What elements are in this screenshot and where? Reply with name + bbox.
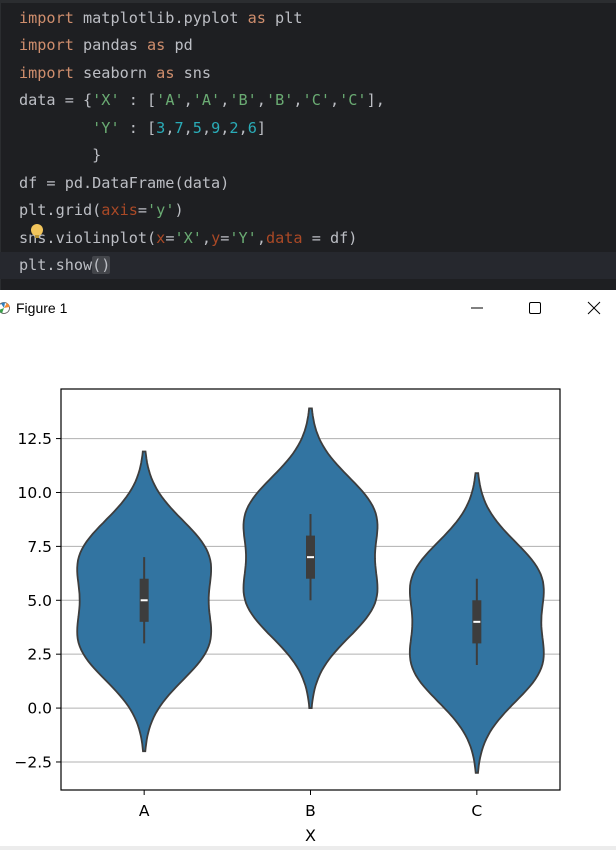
y-tick-label: 2.5	[27, 646, 52, 664]
code-token: data = {	[19, 91, 93, 109]
code-token: matplotlib.pyplot	[73, 9, 248, 27]
code-token: plt	[265, 9, 303, 27]
code-token: ,	[183, 91, 193, 109]
code-token: as	[156, 64, 175, 82]
code-line-4[interactable]: data = {'X' : ['A','A','B','B','C','C'],	[19, 87, 385, 114]
code-token: : [	[119, 91, 157, 109]
code-token: 'y'	[147, 201, 175, 219]
code-token: 3	[156, 119, 166, 137]
code-token: ()	[92, 256, 111, 274]
code-token: 'C'	[339, 91, 367, 109]
window-title: Figure 1	[16, 300, 68, 316]
code-token: =	[220, 229, 230, 247]
code-token: ,	[201, 229, 212, 247]
code-token: 2	[229, 119, 239, 137]
x-tick-label: C	[471, 802, 482, 820]
code-token: 7	[174, 119, 184, 137]
code-line-9[interactable]: sns.violinplot(x='X',y='Y',data = df)	[19, 225, 357, 252]
matplotlib-figure-icon	[0, 302, 10, 314]
code-token: sns	[174, 64, 212, 82]
y-tick-label: 10.0	[17, 484, 52, 502]
violin-chart: −2.5 0.0 2.5 5.0 7.5 10.0 12.5 A B C X	[14, 388, 561, 845]
code-token: ]	[256, 119, 267, 137]
code-token: import	[19, 9, 74, 27]
code-token: seaborn	[73, 64, 157, 82]
code-line-7[interactable]: df = pd.DataFrame(data)	[19, 170, 229, 197]
code-token: as	[147, 36, 166, 54]
code-token: ,	[183, 119, 193, 137]
code-line-8[interactable]: plt.grid(axis='y')	[19, 197, 184, 224]
code-line-2[interactable]: import pandas as pd	[19, 32, 193, 59]
window-bottom-edge	[0, 846, 616, 850]
code-token: pandas	[73, 36, 148, 54]
code-token: df = pd.DataFrame(data)	[19, 174, 230, 192]
code-token: 'X'	[92, 91, 120, 109]
y-tick-label: −2.5	[14, 753, 52, 771]
code-token: 9	[211, 119, 221, 137]
code-token: as	[247, 9, 266, 27]
code-token: import	[19, 36, 74, 54]
lightbulb-icon[interactable]	[31, 224, 43, 238]
y-tick-label: 5.0	[27, 592, 52, 610]
code-editor[interactable]: import matplotlib.pyplot as plt import p…	[0, 0, 616, 290]
code-token: plt.grid(	[19, 201, 102, 219]
code-line-5[interactable]: 'Y' : [3,7,5,9,2,6]	[19, 115, 266, 142]
code-token: =	[137, 201, 148, 219]
code-token: 'A'	[156, 91, 184, 109]
code-token: = df)	[302, 229, 358, 247]
close-icon[interactable]	[579, 296, 609, 320]
maximize-icon[interactable]	[520, 296, 550, 320]
figure-canvas[interactable]: −2.5 0.0 2.5 5.0 7.5 10.0 12.5 A B C X	[0, 326, 616, 846]
code-token: 'B'	[265, 91, 294, 109]
code-token: 'B'	[229, 91, 257, 109]
code-token: 5	[192, 119, 202, 137]
code-token: )	[174, 201, 184, 219]
code-token: import	[19, 64, 74, 82]
code-token: 'X'	[174, 229, 202, 247]
code-token: axis	[101, 201, 138, 219]
x-axis-label: X	[305, 826, 316, 845]
y-tick-label: 12.5	[17, 430, 52, 448]
code-token: ,	[238, 119, 248, 137]
code-token: 'Y'	[229, 229, 257, 247]
code-token: data	[265, 229, 303, 247]
code-token: : [	[119, 119, 157, 137]
code-token: 'Y'	[92, 119, 120, 137]
code-line-3[interactable]: import seaborn as sns	[19, 60, 211, 87]
editor-top-border	[0, 0, 616, 3]
x-tick-label: A	[139, 802, 150, 820]
editor-gutter	[0, 0, 1, 290]
y-tick-label: 7.5	[27, 538, 52, 556]
minimize-icon[interactable]	[462, 296, 492, 320]
code-line-6[interactable]: }	[19, 142, 101, 169]
code-token: 'A'	[192, 91, 221, 109]
code-token: plt.show	[19, 256, 93, 274]
code-token: ,	[220, 91, 230, 109]
code-token: ,	[256, 229, 266, 247]
code-token: 'C'	[302, 91, 330, 109]
code-token: }	[19, 146, 102, 164]
code-token: y	[211, 229, 221, 247]
x-tick-label: B	[305, 802, 316, 820]
code-token: 6	[247, 119, 257, 137]
code-token: x	[156, 229, 166, 247]
code-line-10[interactable]: plt.show()	[0, 252, 616, 279]
code-token: pd	[165, 36, 193, 54]
code-token: ,	[329, 91, 340, 109]
code-token: ,	[293, 91, 303, 109]
code-line-1[interactable]: import matplotlib.pyplot as plt	[19, 5, 302, 32]
code-token: ,	[256, 91, 266, 109]
y-tick-label: 0.0	[27, 700, 52, 718]
code-token: ],	[366, 91, 385, 109]
code-token: ,	[201, 119, 212, 137]
